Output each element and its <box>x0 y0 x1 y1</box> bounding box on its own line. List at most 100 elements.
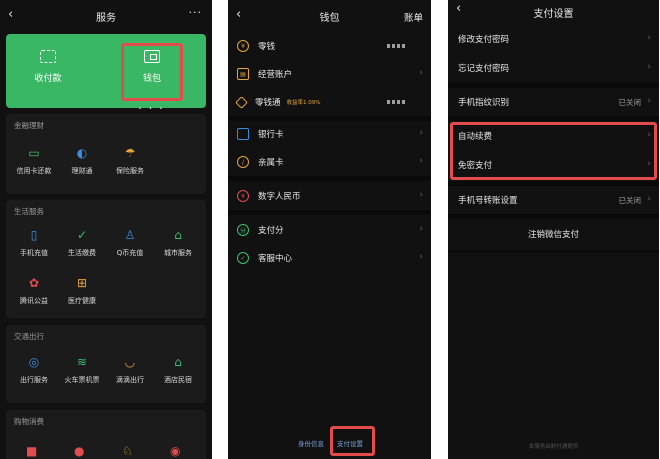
highlight-box-pay-settings <box>330 426 375 456</box>
wallet-header: ‹ 钱包 账单 <box>228 0 431 32</box>
wallet-balance-masked: • • • <box>138 106 166 112</box>
more-icon[interactable]: ··· <box>189 6 203 19</box>
row-change[interactable]: ¥ 零钱 <box>228 32 431 60</box>
chevron-right-icon: › <box>419 252 423 262</box>
highlight-box-auto-renew <box>450 122 657 180</box>
hotel-homestay[interactable]: ⌂ 酒店民宿 <box>154 355 202 385</box>
chevron-right-icon: › <box>419 68 423 78</box>
shopping-bag-icon[interactable]: ■ <box>26 444 37 458</box>
row-label: 忘记支付密码 <box>458 64 510 74</box>
pay-receive-button[interactable]: 收付款 <box>18 50 78 84</box>
pay-settings-screen: ‹ 支付设置 修改支付密码 › 忘记支付密码 › 手机指纹识别 已关闭 › 自动… <box>448 0 659 459</box>
row-pay-score[interactable]: 分 支付分 › <box>228 216 431 244</box>
bill-button[interactable]: 账单 <box>404 10 423 24</box>
insurance-service[interactable]: ☂ 保险服务 <box>106 146 154 176</box>
services-screen: ‹ 服务 ··· 收付款 钱包 • • • 金融理财 ▭ 信用卡还款 ◐ 理财通… <box>0 0 212 459</box>
row-change-password[interactable]: 修改支付密码 › <box>448 25 659 53</box>
item-label: 医疗健康 <box>68 297 96 305</box>
chevron-right-icon: › <box>647 62 651 72</box>
item-label: 城市服务 <box>164 249 192 257</box>
transfer-status: 已关闭 <box>618 196 642 205</box>
item-label: 酒店民宿 <box>164 376 192 384</box>
utility-payment[interactable]: ✓ 生活缴费 <box>58 228 106 258</box>
rabbit-icon[interactable]: ♘ <box>122 444 133 458</box>
row-label: 银行卡 <box>258 130 284 140</box>
service-provider-note: 本服务由财付通提供 <box>528 444 579 450</box>
row-family-card[interactable]: / 亲属卡 › <box>228 148 431 176</box>
pay-receive-label: 收付款 <box>34 74 62 84</box>
services-header: ‹ 服务 ··· <box>0 0 212 32</box>
row-lingqiantong[interactable]: 零钱通 收益率1.09% <box>228 88 431 116</box>
train-flight-tickets[interactable]: ≋ 火车票机票 <box>58 355 106 385</box>
shop-icon[interactable]: ● <box>74 444 84 458</box>
qcoin-recharge[interactable]: ♙ Q币充值 <box>106 228 154 258</box>
row-fingerprint[interactable]: 手机指纹识别 已关闭 › <box>448 88 659 116</box>
section-title: 金融理财 <box>14 121 44 130</box>
didi-icon: ◡ <box>124 355 136 369</box>
back-icon[interactable]: ‹ <box>8 7 13 22</box>
row-label: 经营账户 <box>258 70 293 80</box>
row-label: 数字人民币 <box>258 192 301 202</box>
utility-icon: ✓ <box>76 228 88 242</box>
diamond-icon <box>235 95 248 109</box>
meituan-icon[interactable]: ◉ <box>170 444 180 458</box>
row-bank-card[interactable]: 银行卡 › <box>228 120 431 148</box>
row-forgot-password[interactable]: 忘记支付密码 › <box>448 54 659 82</box>
divider <box>228 210 431 215</box>
item-label: 信用卡还款 <box>16 167 52 175</box>
wallet-screen: ‹ 钱包 账单 ¥ 零钱 ▤ 经营账户 › 零钱通 收益率1.09% 银行卡 ›… <box>228 0 431 459</box>
pay-settings-title: 支付设置 <box>533 8 574 20</box>
chevron-right-icon: › <box>419 224 423 234</box>
medical-icon: ⊞ <box>76 276 88 290</box>
chevron-right-icon: › <box>647 194 651 204</box>
section-travel: 交通出行 ◎ 出行服务 ≋ 火车票机票 ◡ 滴滴出行 ⌂ 酒店民宿 <box>6 325 206 403</box>
item-label: 生活缴费 <box>68 249 96 257</box>
row-digital-rmb[interactable]: ¥ 数字人民币 › <box>228 182 431 210</box>
chevron-right-icon: › <box>419 128 423 138</box>
divider <box>448 250 659 253</box>
pay-settings-header: ‹ 支付设置 <box>448 0 659 22</box>
city-services[interactable]: ⌂ 城市服务 <box>154 228 202 258</box>
fingerprint-status: 已关闭 <box>618 98 642 107</box>
train-icon: ≋ <box>76 355 88 369</box>
yield-badge: 收益率1.09% <box>286 100 321 106</box>
section-life: 生活服务 ▯ 手机充值 ✓ 生活缴费 ♙ Q币充值 ⌂ 城市服务 ✿ 腾讯公益 … <box>6 200 206 318</box>
umbrella-icon: ☂ <box>124 146 136 160</box>
credit-card-repay[interactable]: ▭ 信用卡还款 <box>10 146 58 176</box>
back-icon[interactable]: ‹ <box>456 1 461 16</box>
cancel-wechat-pay-button[interactable]: 注销微信支付 <box>448 228 659 240</box>
licaitong[interactable]: ◐ 理财通 <box>58 146 106 176</box>
item-label: 腾讯公益 <box>20 297 48 305</box>
compass-icon: ◎ <box>28 355 40 369</box>
row-business-account[interactable]: ▤ 经营账户 › <box>228 60 431 88</box>
row-customer-service[interactable]: ✓ 客服中心 › <box>228 244 431 272</box>
phone-icon: ▯ <box>30 228 38 242</box>
digital-rmb-icon: ¥ <box>237 190 249 202</box>
tencent-charity[interactable]: ✿ 腾讯公益 <box>10 276 58 306</box>
row-label: 客服中心 <box>258 254 293 264</box>
item-label: 保险服务 <box>116 167 144 175</box>
travel-service[interactable]: ◎ 出行服务 <box>10 355 58 385</box>
family-card-icon: / <box>237 156 249 168</box>
row-phone-transfer[interactable]: 手机号转账设置 已关闭 › <box>448 186 659 214</box>
item-label: 手机充值 <box>20 249 48 257</box>
chevron-right-icon: › <box>647 33 651 43</box>
row-label: 零钱 <box>258 42 276 52</box>
row-label: 亲属卡 <box>258 158 284 168</box>
medical-health[interactable]: ⊞ 医疗健康 <box>58 276 106 306</box>
chevron-right-icon: › <box>647 96 651 106</box>
item-label: 理财通 <box>71 167 93 175</box>
coin-icon: ¥ <box>237 40 249 52</box>
didi-ride[interactable]: ◡ 滴滴出行 <box>106 355 154 385</box>
phone-recharge[interactable]: ▯ 手机充值 <box>10 228 58 258</box>
chevron-right-icon: › <box>419 190 423 200</box>
identity-info-link[interactable]: 身份信息 <box>298 438 324 448</box>
charity-icon: ✿ <box>28 276 40 290</box>
section-title: 购物消费 <box>14 417 44 426</box>
back-icon[interactable]: ‹ <box>236 7 241 22</box>
bank-card-icon <box>237 128 249 140</box>
row-label: 修改支付密码 <box>458 35 510 45</box>
services-title: 服务 <box>96 12 116 24</box>
city-icon: ⌂ <box>174 228 182 242</box>
qq-icon: ♙ <box>124 228 136 242</box>
